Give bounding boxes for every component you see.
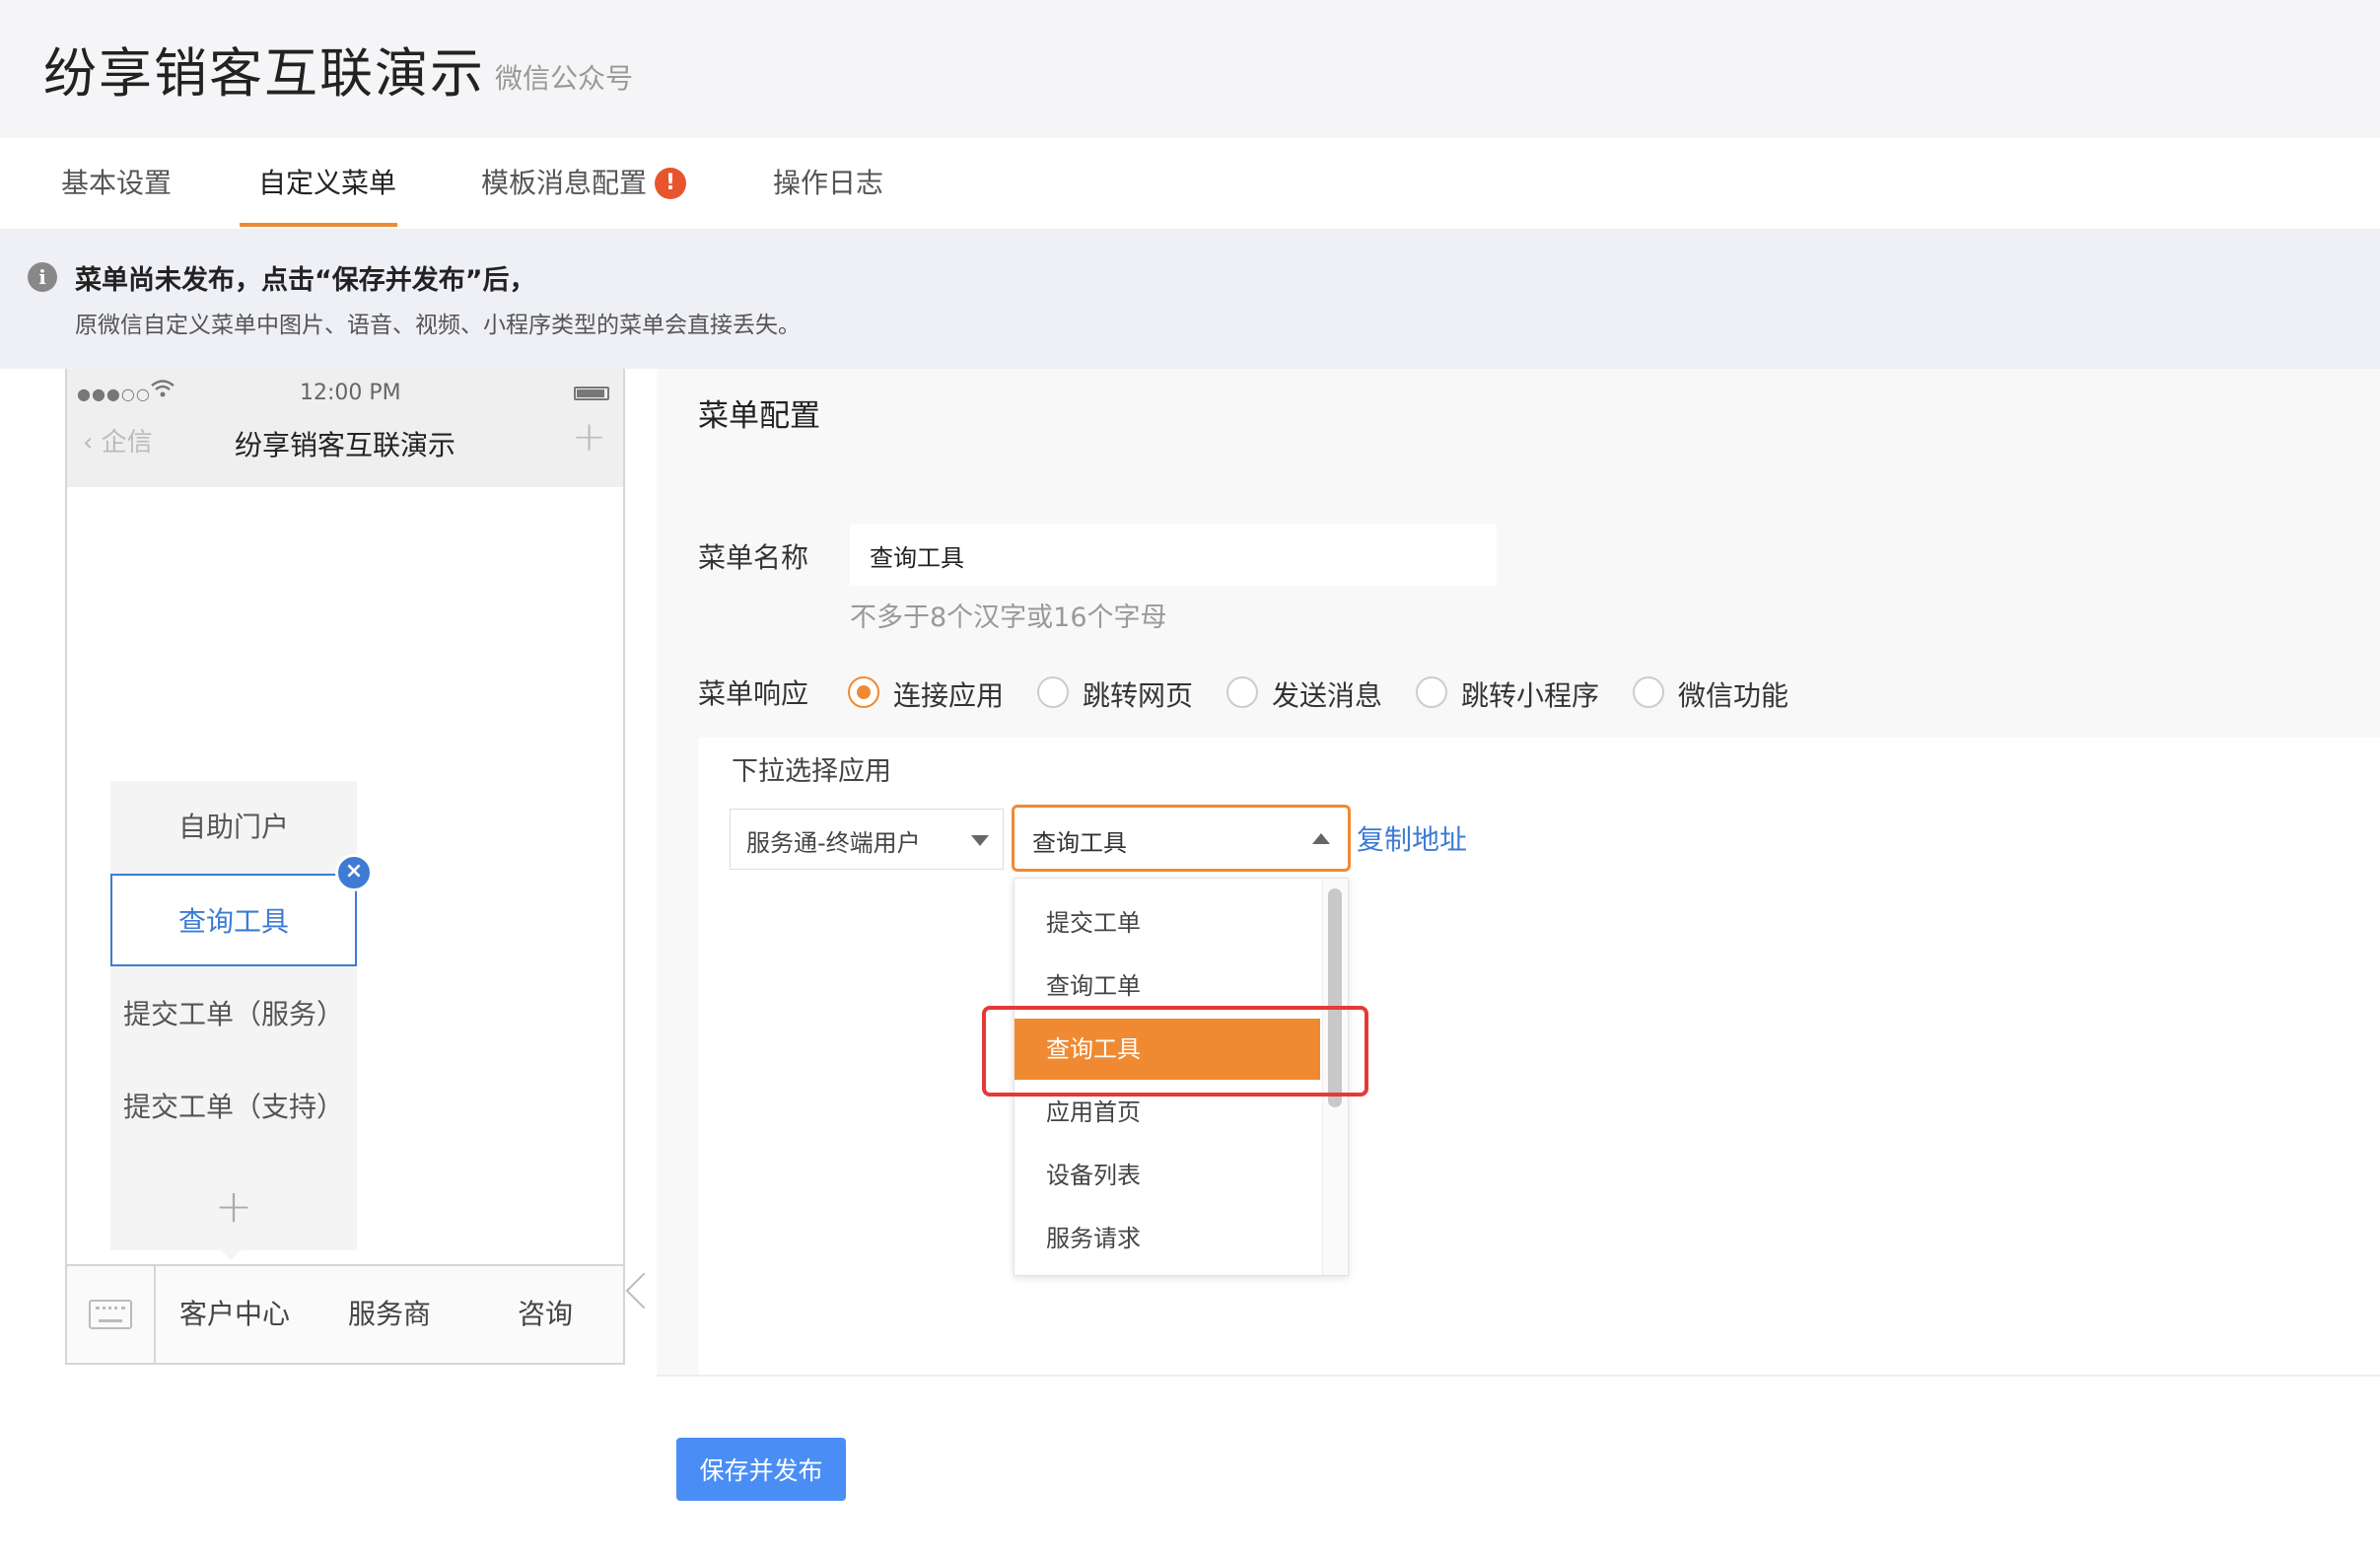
phone-menu-bar: 客户中心 服务商 咨询 (67, 1264, 623, 1363)
menu-response-label: 菜单响应 (698, 677, 809, 710)
radio-label: 连接应用 (893, 679, 1005, 712)
phone-nav-title: 纷享销客互联演示 (234, 429, 455, 461)
tab-bar: 基本设置 自定义菜单 模板消息配置 ! 操作日志 (0, 138, 2380, 229)
radio-dot (1633, 676, 1664, 708)
wifi-icon (150, 379, 175, 404)
submenu-item[interactable]: 提交工单（服务） (110, 968, 357, 1061)
submenu-caret (221, 1250, 241, 1260)
submenu-item[interactable]: 提交工单（支持） (110, 1061, 357, 1154)
notice-title: 菜单尚未发布，点击“保存并发布”后， (75, 265, 536, 296)
main-menu-item-customer-center[interactable]: 客户中心 (158, 1266, 312, 1363)
menu-name-hint: 不多于8个汉字或16个字母 (850, 602, 1167, 633)
dropdown-option[interactable]: 提交工单 (1015, 892, 1320, 954)
submenu-item-selected[interactable]: 查询工具 (110, 874, 357, 966)
highlight-annotation (982, 1006, 1368, 1097)
notice-banner (0, 229, 2380, 369)
submenu-panel: 自助门户 查询工具 提交工单（服务） 提交工单（支持） + (110, 781, 357, 1250)
divider (657, 1375, 2380, 1377)
app-select-label: 下拉选择应用 (732, 756, 891, 787)
main-menu-item-consult[interactable]: 咨询 (467, 1266, 623, 1363)
phone-preview: ●●●○○ 12:00 PM ‹ 企信 纷享销客互联演示 + 自助门户 查询工具… (65, 369, 625, 1365)
radio-label: 微信功能 (1678, 679, 1789, 712)
tab-custom-menu[interactable]: 自定义菜单 (258, 138, 396, 229)
tab-operation-log[interactable]: 操作日志 (773, 138, 883, 229)
submenu-item[interactable]: 自助门户 (110, 781, 357, 874)
app-select[interactable]: 查询工具 (1012, 805, 1351, 872)
main-menu-item-service-provider[interactable]: 服务商 (312, 1266, 467, 1363)
status-time: 12:00 PM (300, 381, 401, 405)
phone-status-bar: ●●●○○ 12:00 PM ‹ 企信 纷享销客互联演示 + (67, 369, 623, 487)
tab-basic-settings[interactable]: 基本设置 (61, 138, 172, 229)
page-subtitle: 微信公众号 (495, 62, 634, 95)
radio-dot (1037, 676, 1069, 708)
signal-icon: ●●●○○ (77, 385, 151, 403)
config-title: 菜单配置 (698, 398, 820, 434)
radio-label: 发送消息 (1272, 679, 1383, 712)
plus-icon: + (572, 412, 607, 460)
info-icon: i (28, 262, 57, 292)
tab-template-message[interactable]: 模板消息配置 (481, 138, 647, 229)
radio-dot (1226, 676, 1258, 708)
select-value: 查询工具 (1032, 829, 1127, 857)
menu-name-label: 菜单名称 (698, 541, 809, 574)
radio-label: 跳转网页 (1083, 679, 1194, 712)
save-and-publish-button[interactable]: 保存并发布 (676, 1438, 846, 1501)
radio-dot (1416, 676, 1447, 708)
page-header: 纷享销客互联演示 微信公众号 (0, 0, 2380, 138)
notice-description: 原微信自定义菜单中图片、语音、视频、小程序类型的菜单会直接丢失。 (75, 313, 801, 338)
warning-badge-icon: ! (655, 168, 686, 199)
app-category-select[interactable]: 服务通-终端用户 (730, 809, 1004, 870)
chevron-down-icon (971, 835, 989, 846)
active-tab-indicator (240, 223, 397, 227)
dropdown-option[interactable]: 设备列表 (1015, 1145, 1320, 1206)
copy-address-link[interactable]: 复制地址 (1357, 818, 1467, 858)
dropdown-option[interactable]: 服务请求 (1015, 1208, 1320, 1269)
page-title: 纷享销客互联演示 (43, 42, 485, 105)
chevron-up-icon (1312, 833, 1330, 844)
radio-dot (848, 676, 879, 708)
battery-icon (574, 387, 609, 400)
keyboard-toggle[interactable] (67, 1266, 156, 1363)
keyboard-icon (89, 1300, 132, 1329)
select-value: 服务通-终端用户 (746, 829, 921, 857)
menu-name-input[interactable] (850, 525, 1497, 586)
add-submenu-button[interactable]: + (110, 1179, 357, 1233)
remove-submenu-icon[interactable]: × (335, 854, 373, 891)
radio-label: 跳转小程序 (1461, 679, 1600, 712)
